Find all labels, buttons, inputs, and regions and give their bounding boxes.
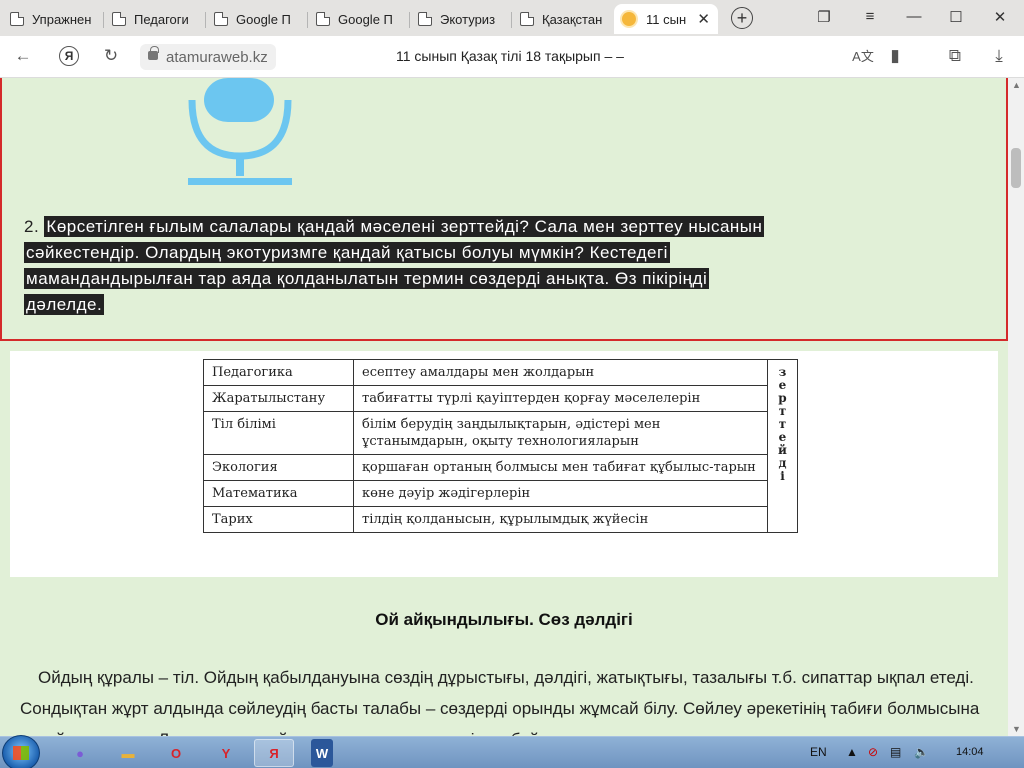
- side-word: зерттейді: [778, 365, 787, 483]
- navigation-bar: ← Я ↻ atamuraweb.kz 11 сынып Қазақ тілі …: [0, 36, 1024, 78]
- science-cell: Математика: [203, 480, 354, 507]
- science-cell: Жаратылыстану: [203, 385, 354, 412]
- bookmarks-panel-icon[interactable]: ❐: [814, 8, 834, 26]
- object-cell: есептеу амалдары мен жолдарын: [353, 359, 768, 386]
- tab-4[interactable]: Google П: [308, 4, 410, 34]
- page-content: 2. Көрсетілген ғылым салалары қандай мәс…: [0, 78, 1008, 736]
- tab-active[interactable]: 11 сын ✕: [614, 4, 718, 34]
- collapse-icon[interactable]: ≡: [860, 8, 880, 25]
- section-heading: Ой айқындылығы. Сөз дәлдігі: [375, 610, 633, 629]
- yandex-icon[interactable]: Я: [254, 739, 294, 767]
- tab-3[interactable]: Google П: [206, 4, 308, 34]
- matching-table: Педагогика есептеу амалдары мен жолдарын…: [203, 359, 798, 533]
- document-icon: [10, 12, 24, 26]
- document-icon: [316, 12, 330, 26]
- tab-label: Педагоги: [134, 11, 189, 27]
- network-icon[interactable]: ▤: [890, 745, 901, 759]
- table-image: Педагогика есептеу амалдары мен жолдарын…: [10, 351, 998, 577]
- task-line-4: дәлелде.: [24, 294, 105, 315]
- vertical-scrollbar[interactable]: ▲ ▼: [1008, 78, 1024, 736]
- tab-label: Google П: [236, 11, 291, 27]
- document-icon: [418, 12, 432, 26]
- task-number: 2.: [24, 217, 40, 236]
- document-icon: [214, 12, 228, 26]
- close-tab-icon[interactable]: ✕: [697, 10, 710, 28]
- taskbar: ● ▬ O Y Я W EN ▲ ⊘ ▤ 🔈 14:04: [0, 735, 1024, 768]
- science-cell: Тіл білімі: [203, 411, 354, 455]
- lock-icon: [148, 46, 159, 60]
- extensions-icon[interactable]: ⧉: [944, 46, 966, 66]
- address-bar[interactable]: atamuraweb.kz: [140, 44, 276, 70]
- clock[interactable]: 14:04: [956, 746, 984, 758]
- science-cell: Экология: [203, 454, 354, 481]
- table-row: Математика көне дәуір жәдігерлерін: [203, 480, 798, 507]
- yandex-home-icon[interactable]: Я: [59, 46, 79, 66]
- close-window-button[interactable]: ✕: [990, 8, 1010, 26]
- document-icon: [112, 12, 126, 26]
- section-paragraph: Ойдың құралы – тіл. Ойдың қабылдануына с…: [20, 668, 980, 736]
- tab-strip: Упражнен Педагоги Google П Google П Экот…: [0, 0, 1024, 36]
- tab-label: 11 сын: [646, 11, 687, 27]
- file-explorer-icon[interactable]: ▬: [108, 739, 148, 767]
- reload-icon[interactable]: ↻: [100, 46, 122, 66]
- document-icon: [520, 12, 534, 26]
- alice-icon[interactable]: ●: [60, 739, 100, 767]
- tab-label: Қазақстан: [542, 11, 603, 27]
- table-row: Тіл білімі білім берудің заңдылықтарын, …: [203, 411, 798, 455]
- task-box: 2. Көрсетілген ғылым салалары қандай мәс…: [0, 78, 1008, 341]
- science-cell: Педагогика: [203, 359, 354, 386]
- science-cell: Тарих: [203, 506, 354, 533]
- minimize-button[interactable]: —: [904, 8, 924, 25]
- table-row: Педагогика есептеу амалдары мен жолдарын…: [203, 359, 798, 533]
- tab-2[interactable]: Педагоги: [104, 4, 206, 34]
- tray-arrow-icon[interactable]: ▲: [846, 745, 858, 759]
- new-tab-button[interactable]: +: [731, 7, 753, 29]
- tab-label: Упражнен: [32, 11, 92, 27]
- task-question: 2. Көрсетілген ғылым салалары қандай мәс…: [24, 214, 924, 318]
- tab-label: Google П: [338, 11, 393, 27]
- tab-1[interactable]: Упражнен: [2, 4, 104, 34]
- scroll-down-icon[interactable]: ▼: [1012, 724, 1021, 734]
- security-icon[interactable]: ⊘: [868, 745, 878, 759]
- maximize-button[interactable]: ☐: [946, 8, 966, 26]
- object-cell: білім берудің заңдылықтарын, әдістері ме…: [353, 411, 768, 455]
- tab-5[interactable]: Экотуриз: [410, 4, 512, 34]
- tab-label: Экотуриз: [440, 11, 496, 27]
- object-cell: көне дәуір жәдігерлерін: [353, 480, 768, 507]
- download-icon[interactable]: ⤓: [988, 46, 1010, 66]
- back-arrow-icon[interactable]: ←: [12, 46, 34, 66]
- opera-icon[interactable]: O: [156, 739, 196, 767]
- microphone-icon: [188, 78, 292, 185]
- object-cell: қоршаған ортаның болмысы мен табиғат құб…: [353, 454, 768, 481]
- object-cell: тілдің қолданысын, құрылымдық жүйесін: [353, 506, 768, 533]
- scroll-thumb[interactable]: [1011, 148, 1021, 188]
- table-row: Тарих тілдің қолданысын, құрылымдық жүйе…: [203, 506, 798, 533]
- object-cell: табиғатты түрлі қауіптерден қорғау мәсел…: [353, 385, 768, 412]
- word-icon[interactable]: W: [311, 739, 333, 767]
- task-line-3: мамандандырылған тар аяда қолданылатын т…: [24, 268, 710, 289]
- tab-6[interactable]: Қазақстан: [512, 4, 612, 34]
- table-row: Экология қоршаған ортаның болмысы мен та…: [203, 454, 798, 481]
- page-title: 11 сынып Қазақ тілі 18 тақырып – –: [396, 48, 624, 64]
- site-favicon-icon: [622, 12, 636, 26]
- volume-icon[interactable]: 🔈: [914, 745, 929, 759]
- task-line-1: Көрсетілген ғылым салалары қандай мәселе…: [44, 216, 765, 237]
- table-row: Жаратылыстану табиғатты түрлі қауіптерде…: [203, 385, 798, 412]
- language-indicator[interactable]: EN: [810, 745, 827, 759]
- bookmark-icon[interactable]: ▮: [884, 46, 906, 66]
- translate-icon[interactable]: A文: [852, 46, 874, 65]
- side-word-cell: зерттейді: [767, 359, 798, 533]
- url-text: atamuraweb.kz: [166, 48, 268, 66]
- yandex-browser-icon[interactable]: Y: [206, 739, 246, 767]
- scroll-up-icon[interactable]: ▲: [1012, 80, 1021, 90]
- start-button[interactable]: [2, 735, 40, 768]
- task-line-2: сәйкестендір. Олардың экотуризмге қандай…: [24, 242, 670, 263]
